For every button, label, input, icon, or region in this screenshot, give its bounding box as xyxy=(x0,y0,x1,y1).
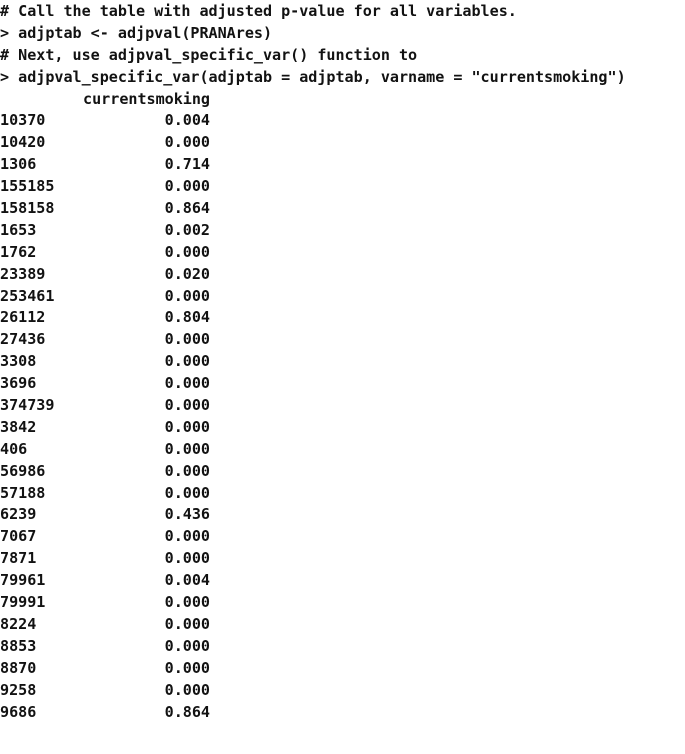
table-cell-value: 0.000 xyxy=(164,242,210,261)
table-cell-value: 0.000 xyxy=(164,636,210,655)
table-cell-rowname: 10420 xyxy=(0,133,46,152)
table-row: 27436 0.000 xyxy=(0,329,685,351)
table-row: 9258 0.000 xyxy=(0,680,685,702)
table-cell-rowname: 79991 xyxy=(0,593,46,612)
table-row: 8224 0.000 xyxy=(0,614,685,636)
table-cell-rowname: 10370 xyxy=(0,111,46,130)
table-cell-value: 0.004 xyxy=(164,571,210,590)
table-cell-rowname: 23389 xyxy=(0,264,46,283)
table-cell-value: 0.002 xyxy=(164,220,210,239)
table-cell-rowname: 9258 xyxy=(0,680,37,699)
table-cell-rowname: 27436 xyxy=(0,330,46,349)
table-body: 10370 0.004 10420 0.000 1306 0.714 155185 0.000… xyxy=(0,110,685,723)
table-cell-rowname: 253461 xyxy=(0,286,55,305)
table-cell-value: 0.000 xyxy=(164,549,210,568)
table-row: 8853 0.000 xyxy=(0,636,685,658)
table-cell-value: 0.000 xyxy=(164,286,210,305)
table-row: 3842 0.000 xyxy=(0,417,685,439)
table-cell-rowname: 7871 xyxy=(0,549,37,568)
table-cell-value: 0.000 xyxy=(164,133,210,152)
table-header-row: currentsmoking xyxy=(0,89,685,111)
table-cell-rowname: 6239 xyxy=(0,505,37,524)
table-cell-value: 0.000 xyxy=(164,483,210,502)
table-cell-rowname: 56986 xyxy=(0,461,46,480)
table-cell-rowname: 3696 xyxy=(0,374,37,393)
table-cell-rowname: 374739 xyxy=(0,396,55,415)
table-row: 79991 0.000 xyxy=(0,592,685,614)
table-row: 374739 0.000 xyxy=(0,395,685,417)
table-cell-rowname: 406 xyxy=(0,439,28,458)
r-console-output: # Call the table with adjusted p-value f… xyxy=(0,0,685,754)
table-cell-value: 0.804 xyxy=(164,308,210,327)
table-cell-value: 0.000 xyxy=(164,396,210,415)
table-cell-rowname: 3842 xyxy=(0,417,37,436)
result-table: currentsmoking 10370 0.004 10420 0.000 1306 0… xyxy=(0,89,685,724)
table-cell-rowname: 8870 xyxy=(0,658,37,677)
table-cell-value: 0.000 xyxy=(164,417,210,436)
table-cell-value: 0.864 xyxy=(164,199,210,218)
console-line-comment-2: # Next, use adjpval_specific_var() funct… xyxy=(0,45,418,64)
table-cell-value: 0.714 xyxy=(164,155,210,174)
table-row: 406 0.000 xyxy=(0,439,685,461)
table-row: 1653 0.002 xyxy=(0,220,685,242)
table-cell-rowname: 3308 xyxy=(0,352,37,371)
table-cell-value: 0.004 xyxy=(164,111,210,130)
table-row: 23389 0.020 xyxy=(0,264,685,286)
table-cell-value: 0.436 xyxy=(164,505,210,524)
table-row: 9686 0.864 xyxy=(0,702,685,724)
command-block: # Call the table with adjusted p-value f… xyxy=(0,0,685,89)
table-cell-rowname: 158158 xyxy=(0,199,55,218)
table-cell-rowname: 1762 xyxy=(0,242,37,261)
table-row: 6239 0.436 xyxy=(0,504,685,526)
table-cell-value: 0.000 xyxy=(164,680,210,699)
table-row: 3308 0.000 xyxy=(0,351,685,373)
table-cell-rowname: 26112 xyxy=(0,308,46,327)
table-cell-value: 0.000 xyxy=(164,658,210,677)
table-row: 26112 0.804 xyxy=(0,307,685,329)
table-cell-value: 0.000 xyxy=(164,614,210,633)
table-row: 1762 0.000 xyxy=(0,242,685,264)
table-cell-value: 0.020 xyxy=(164,264,210,283)
table-cell-value: 0.000 xyxy=(164,374,210,393)
table-row: 10370 0.004 xyxy=(0,110,685,132)
table-row: 3696 0.000 xyxy=(0,373,685,395)
table-row: 7067 0.000 xyxy=(0,526,685,548)
table-cell-value: 0.000 xyxy=(164,330,210,349)
table-cell-rowname: 7067 xyxy=(0,527,37,546)
console-line-comment-1: # Call the table with adjusted p-value f… xyxy=(0,2,517,20)
table-cell-rowname: 9686 xyxy=(0,702,37,721)
table-row: 158158 0.864 xyxy=(0,198,685,220)
table-cell-value: 0.000 xyxy=(164,439,210,458)
table-cell-rowname: 1653 xyxy=(0,220,37,239)
table-row: 1306 0.714 xyxy=(0,154,685,176)
table-cell-rowname: 8853 xyxy=(0,636,37,655)
table-row: 56986 0.000 xyxy=(0,461,685,483)
table-column-header-currentsmoking: currentsmoking xyxy=(83,89,210,108)
table-cell-value: 0.864 xyxy=(164,702,210,721)
table-row: 155185 0.000 xyxy=(0,176,685,198)
table-row: 253461 0.000 xyxy=(0,286,685,308)
table-row: 8870 0.000 xyxy=(0,658,685,680)
table-cell-rowname: 8224 xyxy=(0,614,37,633)
console-line-command-2: > adjpval_specific_var(adjptab = adjptab… xyxy=(0,67,626,86)
table-cell-rowname: 57188 xyxy=(0,483,46,502)
table-cell-value: 0.000 xyxy=(164,527,210,546)
table-cell-rowname: 155185 xyxy=(0,177,55,196)
table-cell-value: 0.000 xyxy=(164,593,210,612)
table-row: 7871 0.000 xyxy=(0,548,685,570)
table-cell-rowname: 1306 xyxy=(0,155,37,174)
console-line-command-1: > adjptab <- adjpval(PRANAres) xyxy=(0,23,273,42)
table-cell-value: 0.000 xyxy=(164,461,210,480)
table-row: 79961 0.004 xyxy=(0,570,685,592)
table-row: 57188 0.000 xyxy=(0,483,685,505)
table-cell-value: 0.000 xyxy=(164,177,210,196)
table-cell-value: 0.000 xyxy=(164,352,210,371)
table-cell-rowname: 79961 xyxy=(0,571,46,590)
table-row: 10420 0.000 xyxy=(0,132,685,154)
